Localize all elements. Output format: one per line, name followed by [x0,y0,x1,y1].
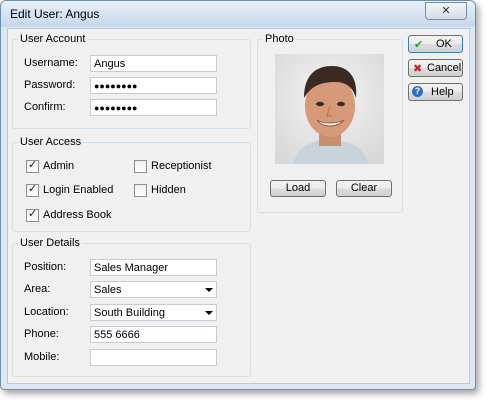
area-dropdown[interactable]: Sales [90,281,217,298]
checkbox-box [134,160,147,173]
dropdown-arrow-icon [205,288,213,292]
edit-user-dialog: Edit User: Angus ✕ User Account Username… [0,0,476,390]
hidden-label: Hidden [151,184,186,196]
admin-label: Admin [43,160,75,172]
mobile-label: Mobile: [24,351,60,363]
area-value: Sales [94,284,122,296]
login-enabled-label: Login Enabled [43,184,114,196]
checkbox-box: ✓ [26,159,39,173]
dialog-body: User Account Username: Angus Password: ●… [7,28,470,384]
phone-label: Phone: [24,328,59,340]
location-dropdown[interactable]: South Building [90,304,217,321]
dropdown-arrow-icon [205,311,213,315]
checkbox-box [134,184,147,197]
area-label: Area: [24,283,51,295]
ok-button[interactable]: ✔ OK [408,35,463,53]
help-icon: ? [412,86,423,97]
password-field[interactable]: ●●●●●●●● [90,77,217,94]
user-details-group: User Details Position: Sales Manager Are… [12,237,251,377]
phone-field[interactable]: 555 6666 [90,326,217,343]
help-label: Help [431,86,454,98]
address-book-label: Address Book [43,209,112,221]
confirm-password-field[interactable]: ●●●●●●●● [90,99,217,116]
cancel-label: Cancel [427,62,462,74]
check-icon: ✓ [28,159,38,171]
photo-group: Photo Load Clear [257,33,403,213]
location-label: Location: [24,306,69,318]
check-icon: ✓ [28,208,38,220]
photo-legend: Photo [263,33,296,45]
cancel-x-icon: ✖ [413,63,423,75]
ok-label: OK [436,38,452,50]
cancel-button[interactable]: ✖ Cancel [408,59,463,77]
user-details-legend: User Details [18,237,82,249]
location-value: South Building [94,307,165,319]
close-button[interactable]: ✕ [425,2,467,20]
checkmark-icon: ✔ [414,39,424,51]
load-photo-button[interactable]: Load [270,180,326,197]
password-label: Password: [24,79,76,91]
position-label: Position: [24,261,67,273]
close-icon: ✕ [441,5,451,17]
receptionist-label: Receptionist [151,160,212,172]
clear-photo-button[interactable]: Clear [336,180,392,197]
mobile-field[interactable] [90,349,217,366]
check-icon: ✓ [28,183,38,195]
username-label: Username: [24,57,78,69]
user-photo [275,54,384,164]
title-bar[interactable]: Edit User: Angus ✕ [1,1,475,27]
user-access-legend: User Access [18,136,84,148]
user-photo-image [275,54,384,164]
username-field[interactable]: Angus [90,55,217,72]
checkbox-box: ✓ [26,183,39,197]
user-account-group: User Account Username: Angus Password: ●… [12,33,251,129]
window-title: Edit User: Angus [10,7,100,21]
confirm-label: Confirm: [24,101,66,113]
position-field[interactable]: Sales Manager [90,259,217,276]
help-button[interactable]: ? Help [408,83,463,101]
checkbox-box: ✓ [26,208,39,222]
user-access-group: User Access ✓ Admin Receptionist ✓ Login… [12,136,251,232]
user-account-legend: User Account [18,33,88,45]
